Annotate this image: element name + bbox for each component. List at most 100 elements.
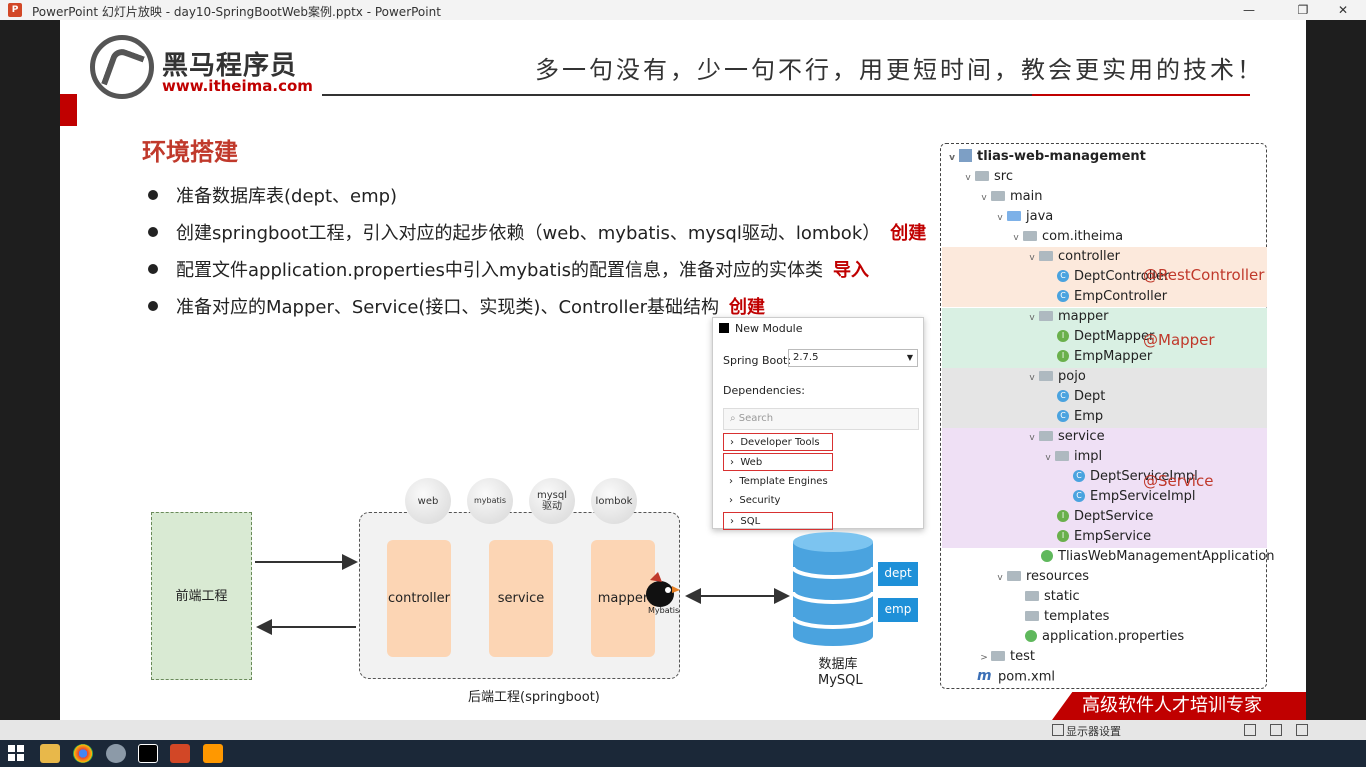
bullet-dot-icon <box>148 190 158 200</box>
reading-view-icon[interactable] <box>1270 724 1282 736</box>
tree-node-label: main <box>1010 189 1043 204</box>
tree-node-emp-mapper[interactable]: I EmpMapper <box>1057 348 1152 366</box>
class-icon: C <box>1057 409 1069 422</box>
tree-node-emp[interactable]: C Emp <box>1057 408 1103 426</box>
tree-node-pom[interactable]: m pom.xml <box>977 668 1055 686</box>
dependency-bubble: mysql 驱动 <box>529 478 575 524</box>
new-module-dialog: New Module Spring Boot: 2.7.5 ▼ Dependenc… <box>712 317 924 530</box>
service-layer: service <box>489 540 553 657</box>
tree-node-application[interactable]: TliasWebManagementApplication <box>1041 548 1275 566</box>
tree-node-label: pojo <box>1058 369 1086 384</box>
red-accent-bar <box>60 94 77 126</box>
file-explorer-icon[interactable] <box>40 744 60 763</box>
folder-icon <box>991 190 1005 201</box>
intellij-idea-icon[interactable] <box>138 744 158 763</box>
tree-node-static[interactable]: static <box>1025 588 1080 606</box>
spring-boot-version-select[interactable]: 2.7.5 ▼ <box>788 349 918 367</box>
chevron-down-icon: v <box>981 193 987 203</box>
dependency-group[interactable]: › SQL <box>723 512 833 530</box>
controller-layer: controller <box>387 540 451 657</box>
windows-start-icon[interactable] <box>8 745 24 761</box>
slideshow-icon[interactable] <box>1296 724 1308 736</box>
chevron-down-icon: v <box>1029 433 1035 443</box>
tree-node-impl[interactable]: v impl <box>1041 448 1102 466</box>
tree-node-src[interactable]: v src <box>961 168 1013 186</box>
dialog-title: New Module <box>719 322 803 335</box>
tree-node-label: pom.xml <box>998 669 1055 685</box>
dependency-bubble: mybatis <box>467 478 513 524</box>
bullet-item: 准备对应的Mapper、Service(接口、实现类)、Controller基础… <box>148 293 765 319</box>
bullet-text: 准备对应的Mapper、Service(接口、实现类)、Controller基础… <box>176 297 719 318</box>
tree-node-templates[interactable]: templates <box>1025 608 1109 626</box>
tree-node-label: DeptService <box>1074 509 1154 524</box>
horse-logo-icon <box>90 35 154 99</box>
bullet-text: 准备数据库表(dept、emp) <box>176 186 398 207</box>
tree-node-dept[interactable]: C Dept <box>1057 388 1105 406</box>
slide-heading: 环境搭建 <box>142 138 238 166</box>
tree-node-emp-service[interactable]: I EmpService <box>1057 528 1151 546</box>
chevron-down-icon: v <box>997 573 1003 583</box>
display-settings-label[interactable]: 显示器设置 <box>1066 723 1121 739</box>
database-label: 数据库 MySQL <box>818 657 863 688</box>
tree-node-label: EmpController <box>1074 289 1168 304</box>
tree-node-label: static <box>1044 589 1080 604</box>
dependency-bubble: lombok <box>591 478 637 524</box>
tree-node-service[interactable]: v service <box>1025 428 1105 446</box>
database-icon <box>791 532 875 646</box>
tree-node-root[interactable]: v tlias-web-management <box>945 148 1146 166</box>
dependency-group[interactable]: › Web <box>723 453 833 471</box>
grid-view-icon[interactable] <box>1244 724 1256 736</box>
package-icon <box>1039 310 1053 321</box>
close-button[interactable]: ✕ <box>1320 0 1366 20</box>
dependency-search-input[interactable]: ⌕ Search <box>723 408 919 430</box>
dependency-group[interactable]: › Security <box>723 492 833 510</box>
chevron-down-icon: v <box>1029 373 1035 383</box>
dependencies-label: Dependencies: <box>723 384 805 397</box>
monitor-icon[interactable] <box>1052 724 1064 736</box>
sublime-text-icon[interactable] <box>203 744 223 763</box>
powerpoint-taskbar-icon[interactable] <box>170 744 190 763</box>
logo-url: www.itheima.com <box>162 77 313 95</box>
dependency-group[interactable]: › Template Engines <box>723 473 833 491</box>
minimize-button[interactable]: — <box>1226 0 1272 20</box>
intellij-icon <box>719 323 729 333</box>
tree-node-mapper[interactable]: v mapper <box>1025 308 1108 326</box>
tree-node-properties[interactable]: application.properties <box>1025 628 1184 646</box>
chevron-down-icon: v <box>1013 233 1019 243</box>
interface-icon: I <box>1057 529 1069 542</box>
tree-node-test[interactable]: > test <box>977 648 1035 666</box>
tree-node-package[interactable]: v com.itheima <box>1009 228 1123 246</box>
bullet-item: 配置文件application.properties中引入mybatis的配置信… <box>148 256 869 282</box>
tree-node-dept-mapper[interactable]: I DeptMapper <box>1057 328 1154 346</box>
powerpoint-icon: P <box>8 3 22 17</box>
tree-node-label: resources <box>1026 569 1090 584</box>
class-icon: C <box>1073 489 1085 502</box>
tree-node-emp-service-impl[interactable]: C EmpServiceImpl <box>1073 488 1196 506</box>
tree-node-label: test <box>1010 649 1035 664</box>
dependency-group[interactable]: › Developer Tools <box>723 433 833 451</box>
mapper-layer: mapper <box>591 540 655 657</box>
chrome-icon[interactable] <box>73 744 93 763</box>
chevron-down-icon: v <box>949 153 955 163</box>
mybatis-badge: Mybatis <box>648 606 680 615</box>
tree-node-resources[interactable]: v resources <box>993 568 1089 586</box>
frontend-box: 前端工程 <box>151 512 252 680</box>
chevron-down-icon: v <box>1029 313 1035 323</box>
slogan: 多一句没有，少一句不行，用更短时间，教会更实用的技术！ <box>535 56 1264 84</box>
tree-node-dept-service[interactable]: I DeptService <box>1057 508 1153 526</box>
search-icon: ⌕ <box>730 413 739 424</box>
slideshow-status-bar: 显示器设置 <box>0 720 1366 740</box>
slide[interactable]: 黑马程序员 www.itheima.com 多一句没有，少一句不行，用更短时间，… <box>60 20 1306 720</box>
app-icon[interactable] <box>106 744 126 763</box>
tree-node-pojo[interactable]: v pojo <box>1025 368 1086 386</box>
tree-node-controller[interactable]: v controller <box>1025 248 1120 266</box>
tree-node-emp-controller[interactable]: C EmpController <box>1057 288 1167 306</box>
folder-icon <box>991 650 1005 661</box>
project-tree: v tlias-web-management v src v main v java v… <box>940 143 1275 689</box>
handwritten-note: 创建 <box>729 297 765 318</box>
bullet-text: 创建springboot工程，引入对应的起步依赖（web、mybatis、mys… <box>176 223 881 244</box>
tree-node-java[interactable]: v java <box>993 208 1053 226</box>
bullet-item: 创建springboot工程，引入对应的起步依赖（web、mybatis、mys… <box>148 219 926 245</box>
tree-node-main[interactable]: v main <box>977 188 1042 206</box>
tree-node-label: service <box>1058 429 1105 444</box>
